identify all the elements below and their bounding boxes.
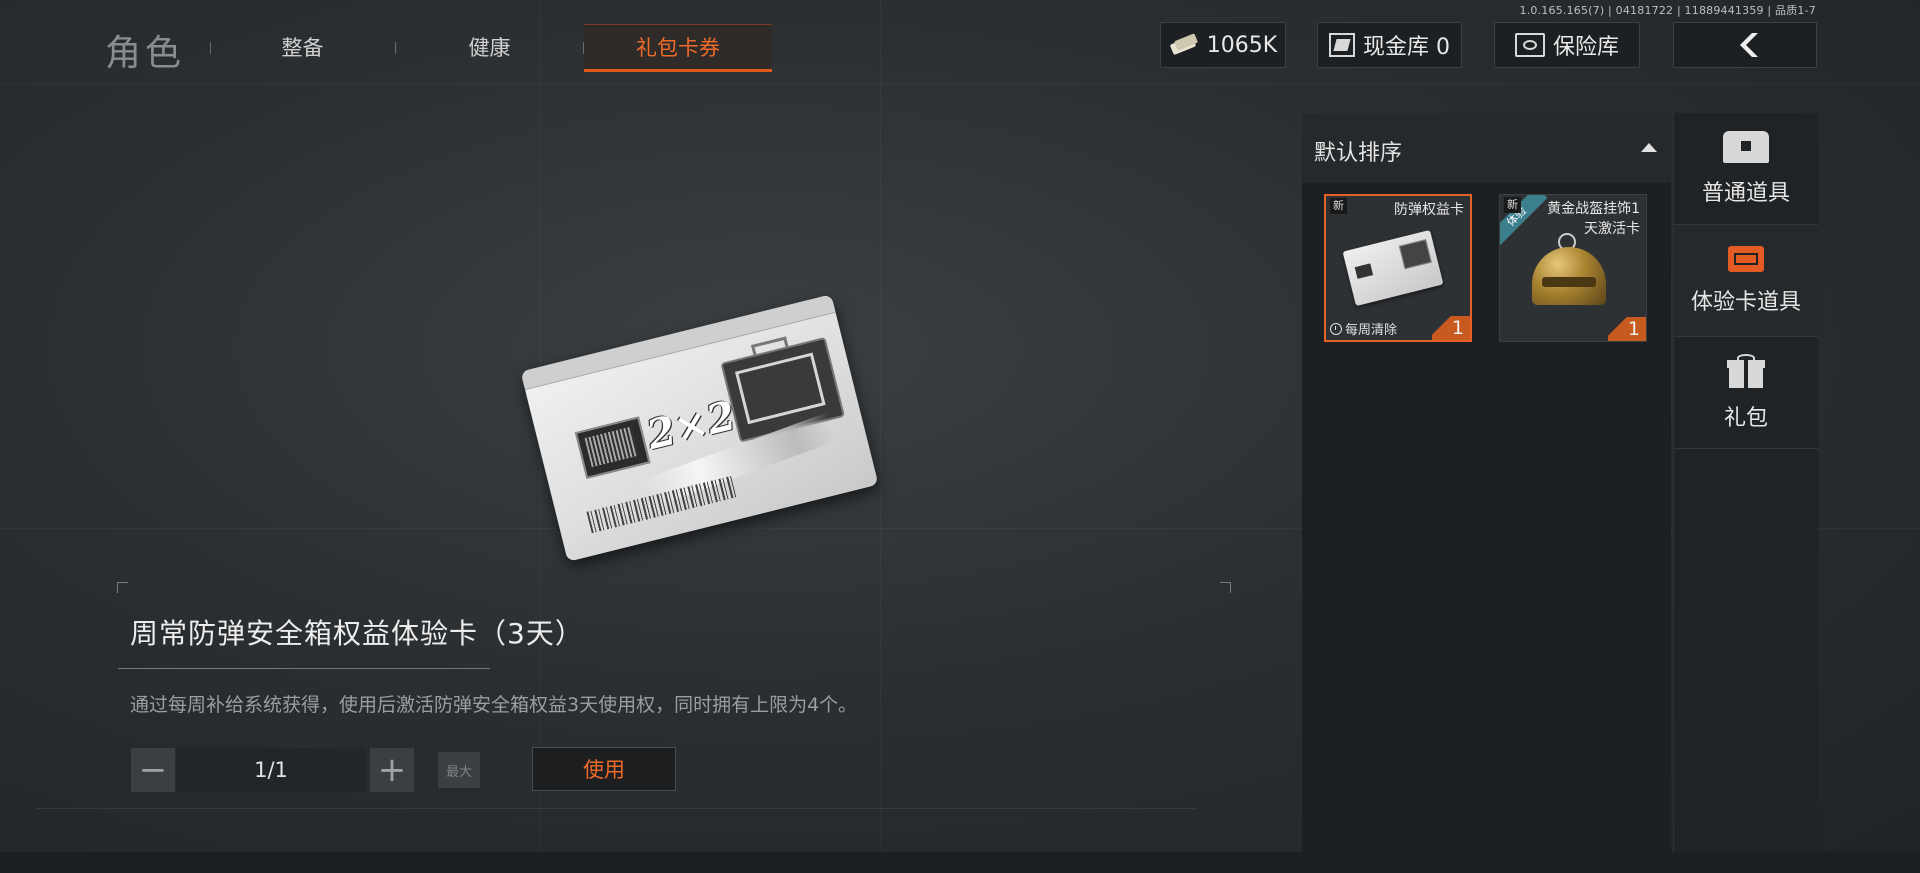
slot-item-name: 防弹权益卡 [1394, 202, 1464, 218]
page-title: 角色 [105, 33, 186, 74]
tab-gift-vouchers[interactable]: 礼包卡券 [584, 24, 772, 72]
tab-loadout[interactable]: 整备 [245, 24, 360, 72]
new-badge: 新 [1330, 198, 1347, 214]
item-description: 通过每周补给系统获得，使用后激活防弹安全箱权益3天使用权，同时拥有上限为4个。 [130, 694, 858, 716]
cash-icon [1169, 36, 1199, 54]
version-label: 1.0.165.165(7) | 04181722 | 11889441359 … [1519, 4, 1816, 17]
nav-divider [210, 42, 211, 54]
bottom-bar [0, 852, 1920, 873]
inventory-slot[interactable]: 体验 新 黄金战盔挂饰1天激活卡 1 [1499, 194, 1647, 342]
sort-dropdown[interactable]: 默认排序 [1302, 113, 1671, 183]
item-count: 1 [1432, 316, 1470, 340]
category-sidebar: 普通道具 体验卡道具 礼包 [1673, 113, 1818, 853]
new-badge: 新 [1504, 197, 1521, 213]
currency-display: 1065K [1160, 22, 1286, 68]
safe-label: 保险库 [1552, 35, 1619, 60]
inventory-slot[interactable]: 新 防弹权益卡 每周清除 1 [1324, 194, 1472, 342]
back-button[interactable] [1673, 22, 1817, 68]
quantity-value: 1/1 [176, 748, 366, 792]
tab-health[interactable]: 健康 [432, 24, 547, 72]
category-label: 普通道具 [1701, 180, 1790, 206]
slot-item-name: 黄金战盔挂饰1天激活卡 [1547, 201, 1640, 237]
cash-vault-label: 现金库 0 [1363, 35, 1450, 60]
caret-up-icon [1641, 143, 1657, 152]
item-card-artwork: 2×2 [520, 294, 880, 565]
cash-vault-button[interactable]: 现金库 0 [1317, 22, 1462, 68]
chevron-left-icon [1740, 33, 1758, 57]
bg-grid-line [0, 84, 1920, 85]
card-icon [1728, 245, 1764, 272]
bg-grid-line [880, 0, 881, 873]
safe-icon [1514, 33, 1545, 57]
category-trial-cards[interactable]: 体验卡道具 [1674, 225, 1818, 337]
sort-label: 默认排序 [1314, 141, 1403, 166]
clock-icon [1330, 322, 1342, 335]
card-thumbnail [1342, 229, 1444, 307]
frame-corner [117, 582, 128, 593]
use-button[interactable]: 使用 [532, 747, 676, 791]
weekly-clear-label: 每周清除 [1345, 323, 1398, 338]
category-normal-items[interactable]: 普通道具 [1674, 113, 1818, 225]
category-gift-packs[interactable]: 礼包 [1674, 337, 1818, 449]
frame-corner [1220, 582, 1231, 593]
weekly-clear-tag: 每周清除 [1330, 319, 1397, 338]
item-name: 周常防弹安全箱权益体验卡（3天） [130, 617, 584, 650]
nav-divider [395, 42, 396, 54]
category-label: 体验卡道具 [1690, 289, 1801, 315]
helmet-thumbnail [1532, 247, 1606, 305]
card-chip [574, 416, 651, 479]
category-label: 礼包 [1723, 405, 1768, 431]
item-count: 1 [1608, 317, 1646, 341]
divider [118, 668, 490, 669]
max-button[interactable]: 最大 [438, 752, 480, 788]
increase-button[interactable]: + [370, 748, 414, 792]
gift-icon [1727, 353, 1765, 388]
chest-icon [1723, 130, 1769, 163]
currency-amount: 1065K [1206, 32, 1278, 58]
cash-vault-icon [1329, 33, 1355, 57]
divider [36, 808, 1196, 809]
safe-button[interactable]: 保险库 [1494, 22, 1640, 68]
decrease-button[interactable]: − [131, 748, 175, 792]
